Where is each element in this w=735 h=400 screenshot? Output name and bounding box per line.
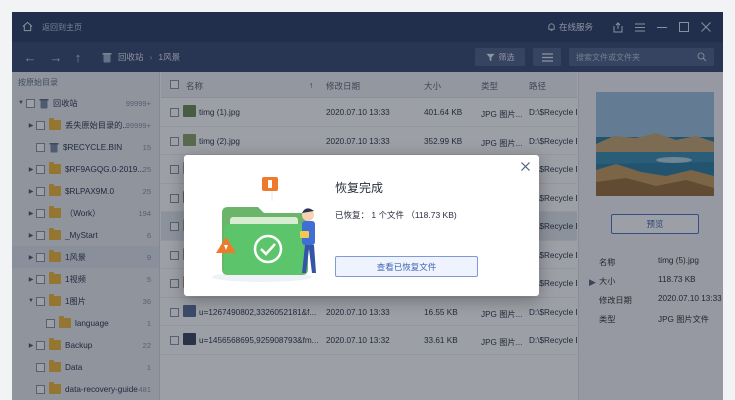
app-window: 返回到主页 在线服务 ← → ↑ 回收站 › 1风景 筛选 搜索文件或文件夹 按… <box>12 12 723 400</box>
next-arrow-icon[interactable]: ▶ <box>589 277 596 288</box>
dialog-close-button[interactable] <box>519 162 531 174</box>
view-recovered-files-button[interactable]: 查看已恢复文件 <box>335 256 478 277</box>
recovery-success-illustration <box>212 177 316 282</box>
recovery-complete-dialog: 恢复完成 已恢复： 1 个文件 （118.73 KB) 查看已恢复文件 <box>184 155 539 296</box>
recovery-summary: 已恢复： 1 个文件 （118.73 KB) <box>335 210 457 220</box>
dialog-title: 恢复完成 <box>335 181 384 195</box>
close-icon <box>520 162 530 171</box>
